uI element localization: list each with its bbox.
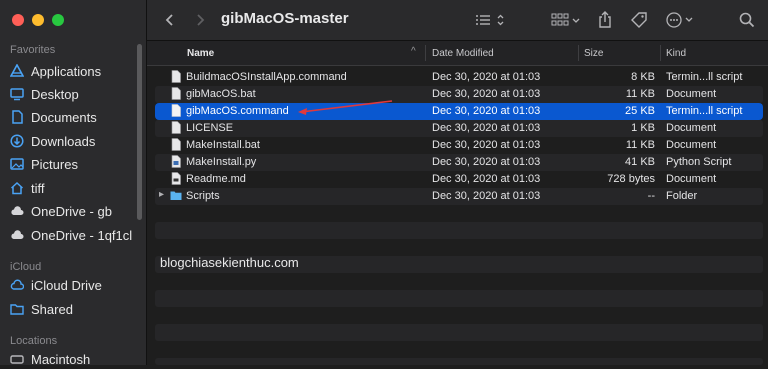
- annotation-arrow-icon: [298, 100, 393, 115]
- finder-window: Favorites Applications Desktop Documents…: [0, 0, 768, 367]
